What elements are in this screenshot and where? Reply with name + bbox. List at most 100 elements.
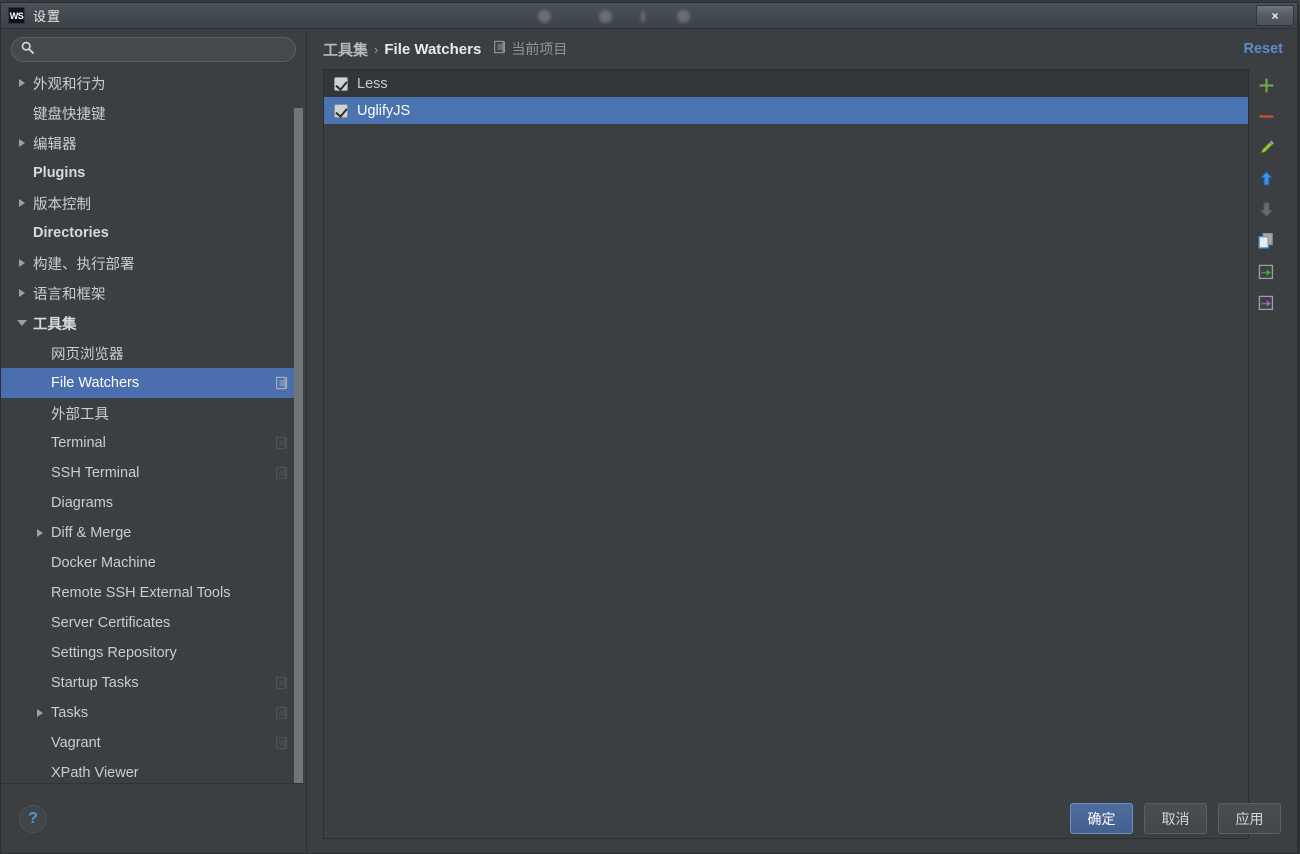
chevron-down-icon[interactable] bbox=[11, 320, 33, 326]
ok-button[interactable]: 确定 bbox=[1070, 803, 1133, 834]
arrow-down-icon bbox=[1258, 201, 1275, 223]
plus-icon bbox=[1258, 77, 1275, 99]
apply-button[interactable]: 应用 bbox=[1218, 803, 1281, 834]
sidebar-item-xpath-viewer[interactable]: XPath Viewer bbox=[1, 758, 297, 783]
help-icon[interactable]: ? bbox=[19, 804, 47, 833]
project-scope-icon bbox=[494, 40, 507, 59]
watcher-name: Less bbox=[357, 75, 388, 92]
chevron-right-icon[interactable] bbox=[11, 79, 33, 87]
sidebar-item-directories[interactable]: Directories bbox=[1, 218, 297, 248]
table-row[interactable]: Less bbox=[324, 70, 1248, 97]
sidebar-item-label: 外观和行为 bbox=[33, 76, 106, 93]
titlebar-ghost-icon-3 bbox=[641, 10, 645, 23]
settings-sidebar: 外观和行为键盘快捷键 编辑器 Plugins 版本控制 Directories 构建、执行… bbox=[1, 29, 307, 853]
sidebar-item-label: Remote SSH External Tools bbox=[51, 585, 231, 601]
webstorm-logo-icon: WS bbox=[8, 7, 25, 24]
sidebar-item-docker-machine[interactable]: Docker Machine bbox=[1, 548, 297, 578]
sidebar-item-label: Terminal bbox=[51, 435, 106, 451]
search-icon bbox=[21, 41, 34, 59]
sidebar-item-label: XPath Viewer bbox=[51, 765, 139, 781]
project-scope-icon bbox=[276, 466, 289, 480]
sidebar-item-label: Startup Tasks bbox=[51, 675, 139, 691]
export-button[interactable] bbox=[1251, 290, 1281, 320]
sidebar-item-label: 外部工具 bbox=[51, 406, 109, 423]
sidebar-item-[interactable]: 工具集 bbox=[1, 308, 297, 338]
copy-icon bbox=[1257, 232, 1275, 255]
table-row[interactable]: UglifyJS bbox=[324, 97, 1248, 124]
watcher-name: UglifyJS bbox=[357, 102, 411, 119]
sidebar-item-[interactable]: 编辑器 bbox=[1, 128, 297, 158]
sidebar-item-label: Settings Repository bbox=[51, 645, 177, 661]
import-arrow-icon bbox=[1257, 263, 1275, 286]
chevron-right-icon[interactable] bbox=[29, 709, 51, 717]
sidebar-item-file-watchers[interactable]: File Watchers bbox=[1, 368, 297, 398]
titlebar-ghost-icon-1 bbox=[538, 10, 551, 23]
project-scope-icon bbox=[276, 706, 289, 720]
search-input[interactable] bbox=[40, 42, 286, 57]
settings-tree: 外观和行为键盘快捷键 编辑器 Plugins 版本控制 Directories 构建、执行… bbox=[1, 68, 297, 783]
sidebar-item-startup-tasks[interactable]: Startup Tasks bbox=[1, 668, 297, 698]
sidebar-item-[interactable]: 键盘快捷键 bbox=[1, 98, 297, 128]
breadcrumb-root[interactable]: 工具集 bbox=[323, 39, 368, 60]
sidebar-item-ssh-terminal[interactable]: SSH Terminal bbox=[1, 458, 297, 488]
sidebar-item-label: Diff & Merge bbox=[51, 525, 132, 541]
import-button[interactable] bbox=[1251, 259, 1281, 289]
dialog-content: 外观和行为键盘快捷键 编辑器 Plugins 版本控制 Directories 构建、执行… bbox=[1, 29, 1297, 853]
sidebar-item-remote-ssh-external-tools[interactable]: Remote SSH External Tools bbox=[1, 578, 297, 608]
sidebar-item-label: 构建、执行部署 bbox=[33, 256, 135, 273]
dialog-action-buttons: 确定 取消 应用 bbox=[1070, 803, 1281, 834]
chevron-right-icon[interactable] bbox=[11, 199, 33, 207]
watcher-enabled-checkbox[interactable] bbox=[334, 76, 348, 91]
export-arrow-icon bbox=[1257, 294, 1275, 317]
page-title: File Watchers bbox=[384, 40, 482, 58]
sidebar-item-settings-repository[interactable]: Settings Repository bbox=[1, 638, 297, 668]
add-watcher-button[interactable] bbox=[1251, 73, 1281, 103]
sidebar-item-terminal[interactable]: Terminal bbox=[1, 428, 297, 458]
sidebar-item-[interactable]: 语言和框架 bbox=[1, 278, 297, 308]
sidebar-scrollbar[interactable] bbox=[294, 108, 303, 783]
move-up-button[interactable] bbox=[1251, 166, 1281, 196]
sidebar-item-[interactable]: 外部工具 bbox=[1, 398, 297, 428]
file-watchers-list[interactable]: Less UglifyJS bbox=[323, 69, 1249, 839]
sidebar-item-[interactable]: 版本控制 bbox=[1, 188, 297, 218]
close-icon[interactable]: × bbox=[1256, 5, 1294, 26]
watcher-enabled-checkbox[interactable] bbox=[334, 103, 348, 118]
pencil-icon bbox=[1258, 139, 1275, 161]
chevron-right-icon[interactable] bbox=[11, 259, 33, 267]
chevron-right-icon[interactable] bbox=[29, 529, 51, 537]
project-scope-icon bbox=[276, 736, 289, 750]
sidebar-item-label: Tasks bbox=[51, 705, 89, 721]
watchers-area: Less UglifyJS bbox=[323, 69, 1283, 839]
cancel-button[interactable]: 取消 bbox=[1144, 803, 1207, 834]
remove-watcher-button[interactable] bbox=[1251, 104, 1281, 134]
dialog-footer: ? bbox=[1, 783, 306, 853]
sidebar-item-label: Directories bbox=[33, 225, 109, 241]
sidebar-item-tasks[interactable]: Tasks bbox=[1, 698, 297, 728]
sidebar-item-label: 工具集 bbox=[33, 316, 77, 333]
sidebar-item-label: Vagrant bbox=[51, 735, 101, 751]
arrow-up-icon bbox=[1258, 170, 1275, 192]
sidebar-item-vagrant[interactable]: Vagrant bbox=[1, 728, 297, 758]
sidebar-item-label: 网页浏览器 bbox=[51, 346, 124, 363]
chevron-right-icon[interactable] bbox=[11, 289, 33, 297]
edit-watcher-button[interactable] bbox=[1251, 135, 1281, 165]
search-container bbox=[1, 29, 306, 68]
sidebar-scrollbar-thumb[interactable] bbox=[294, 108, 303, 783]
copy-watcher-button[interactable] bbox=[1251, 228, 1281, 258]
titlebar-ghost-icon-4 bbox=[677, 10, 690, 23]
sidebar-item-label: Diagrams bbox=[51, 495, 114, 511]
sidebar-item-[interactable]: 网页浏览器 bbox=[1, 338, 297, 368]
chevron-right-icon[interactable] bbox=[11, 139, 33, 147]
breadcrumb-separator: › bbox=[374, 41, 379, 57]
dialog-titlebar: WS 设置 × bbox=[1, 3, 1297, 29]
sidebar-item-diagrams[interactable]: Diagrams bbox=[1, 488, 297, 518]
sidebar-item-[interactable]: 构建、执行部署 bbox=[1, 248, 297, 278]
sidebar-item-diff-merge[interactable]: Diff & Merge bbox=[1, 518, 297, 548]
sidebar-item-[interactable]: 外观和行为 bbox=[1, 68, 297, 98]
sidebar-item-plugins[interactable]: Plugins bbox=[1, 158, 297, 188]
reset-link[interactable]: Reset bbox=[1244, 41, 1284, 57]
minus-icon bbox=[1258, 108, 1275, 130]
sidebar-item-label: 版本控制 bbox=[33, 196, 91, 213]
search-box[interactable] bbox=[11, 37, 296, 62]
sidebar-item-server-certificates[interactable]: Server Certificates bbox=[1, 608, 297, 638]
